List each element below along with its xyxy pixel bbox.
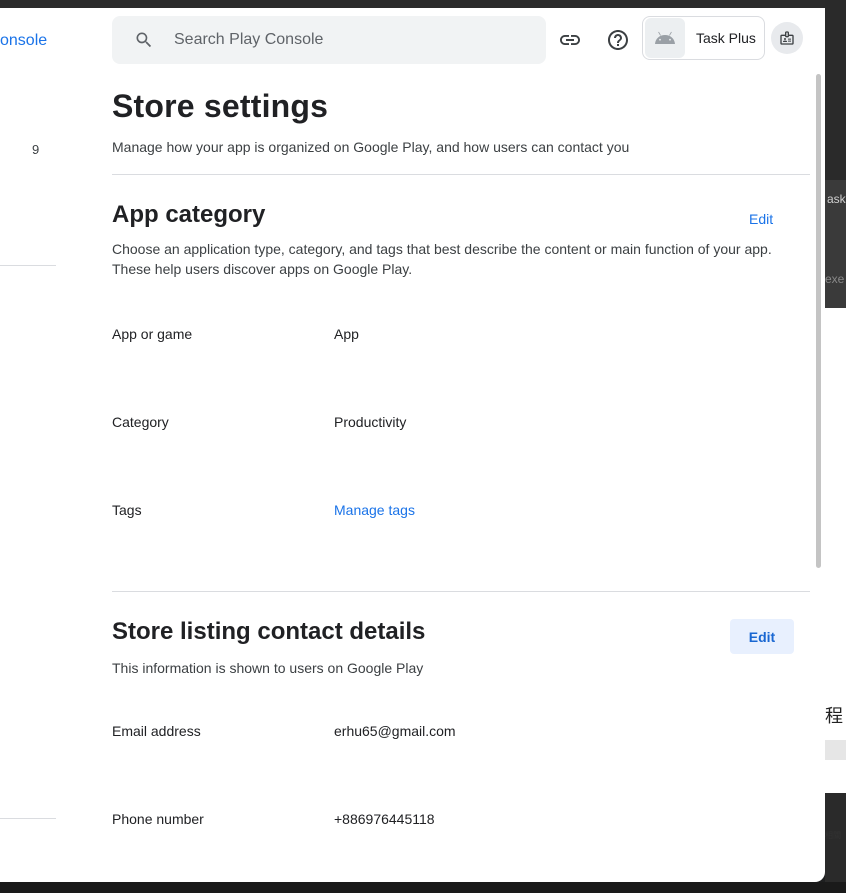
sidebar-divider [0,265,56,266]
section-divider [112,174,810,175]
help-icon[interactable] [604,26,632,54]
contact-details-title: Store listing contact details [112,618,426,645]
category-value: Productivity [334,414,407,430]
tags-label: Tags [112,502,142,518]
search-bar[interactable] [112,16,546,64]
email-value: erhu65@gmail.com [334,723,456,739]
sidebar-console-title[interactable]: onsole [0,32,47,50]
app-or-game-label: App or game [112,326,193,342]
section-divider [112,591,810,592]
account-badge-icon[interactable] [771,22,803,54]
android-icon [645,18,685,58]
contact-edit-button[interactable]: Edit [730,619,794,654]
app-category-edit-link[interactable]: Edit [749,211,773,227]
email-label: Email address [112,723,201,739]
sidebar-divider [0,818,56,819]
manage-tags-link[interactable]: Manage tags [334,502,415,518]
background-text: 程 [825,706,843,726]
phone-label: Phone number [112,811,204,827]
window-top-edge [0,0,825,8]
background-text: exe [825,272,845,286]
background-text: ask [827,192,846,206]
app-category-title: App category [112,201,266,228]
desktop-bottom-edge [0,882,846,893]
app-selector[interactable]: Task Plus [642,16,765,60]
background-text: 相關 [825,831,841,840]
background-desktop-window: ask exe 程 相關 [825,0,846,893]
background-strip [825,740,846,760]
app-or-game-value: App [334,326,359,342]
page-title: Store settings [112,88,329,124]
scrollbar[interactable] [816,74,821,568]
search-icon [134,30,154,50]
link-icon[interactable] [556,26,584,54]
search-input[interactable] [174,31,514,49]
app-category-description: Choose an application type, category, an… [112,241,772,277]
app-name: Task Plus [696,30,756,46]
contact-description: This information is shown to users on Go… [112,660,424,676]
play-console-window: onsole 9 Task Plus Store settings Manage… [0,8,825,882]
phone-value: +886976445118 [334,811,435,827]
category-label: Category [112,414,169,430]
page-subtitle: Manage how your app is organized on Goog… [112,139,630,155]
sidebar-item-count: 9 [32,142,40,157]
